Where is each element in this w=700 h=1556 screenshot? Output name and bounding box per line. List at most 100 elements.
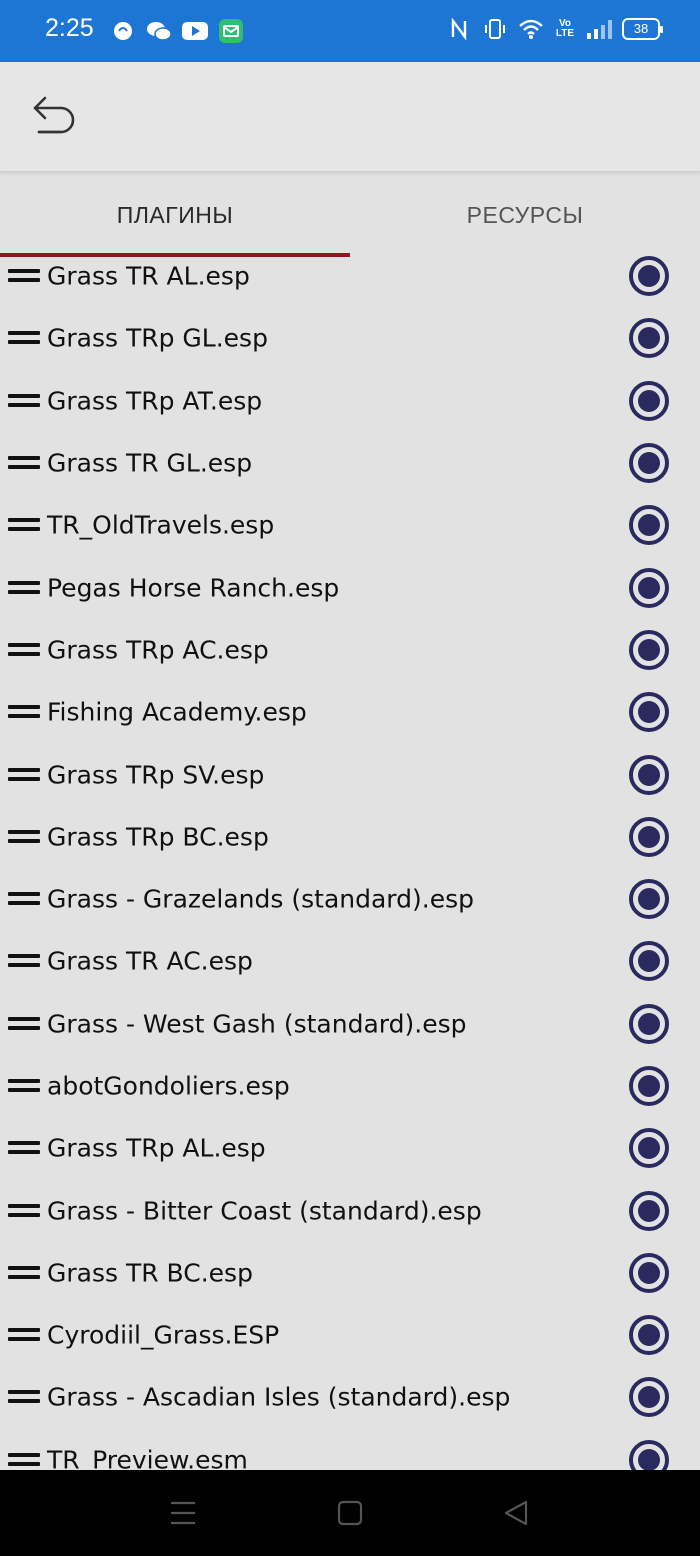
enabled-radio[interactable] (629, 692, 669, 733)
plugin-name: Grass TRp AT.esp (47, 386, 263, 416)
home-icon (337, 1500, 363, 1526)
list-item[interactable]: abotGondoliers.esp (0, 1055, 700, 1117)
status-time: 2:25 (45, 14, 94, 42)
menu-icon (171, 1501, 195, 1525)
plugin-name: Fishing Academy.esp (47, 697, 307, 727)
youtube-icon (182, 18, 208, 44)
enabled-radio[interactable] (629, 380, 669, 421)
plugin-name: Grass TR AC.esp (47, 946, 253, 976)
drag-handle-icon[interactable] (8, 393, 40, 408)
plugin-name: Pegas Horse Ranch.esp (47, 573, 340, 603)
drag-handle-icon[interactable] (8, 269, 40, 283)
enabled-radio[interactable] (629, 1190, 669, 1231)
volte-icon: Vo LTE (555, 18, 575, 39)
drag-handle-icon[interactable] (8, 1265, 40, 1280)
plugin-name: Grass - Ascadian Isles (standard).esp (47, 1382, 511, 1412)
drag-handle-icon[interactable] (8, 1141, 40, 1155)
battery-indicator: 38 (622, 18, 663, 40)
list-item[interactable]: TR_Preview.esm (0, 1429, 700, 1470)
tab-resources-label: РЕСУРСЫ (466, 201, 584, 228)
drag-handle-icon[interactable] (8, 954, 40, 968)
plugin-name: abotGondoliers.esp (47, 1071, 290, 1101)
enabled-radio[interactable] (629, 754, 669, 795)
menu-button[interactable] (165, 1495, 201, 1531)
mail-icon (218, 18, 244, 44)
list-item[interactable]: Grass TR BC.esp (0, 1242, 700, 1304)
drag-handle-icon[interactable] (8, 892, 40, 906)
enabled-radio[interactable] (629, 941, 669, 982)
enabled-radio[interactable] (629, 879, 669, 920)
plugin-name: Cyrodiil_Grass.ESP (47, 1320, 280, 1350)
plugin-name: TR_OldTravels.esp (47, 510, 275, 540)
enabled-radio[interactable] (629, 1066, 669, 1106)
enabled-radio[interactable] (629, 1128, 669, 1169)
drag-handle-icon[interactable] (8, 580, 40, 595)
back-arrow-icon (33, 96, 75, 134)
drag-handle-icon[interactable] (8, 1016, 40, 1031)
system-icons: Vo LTE 38 (446, 16, 663, 42)
list-item[interactable]: Grass - Grazelands (standard).esp (0, 868, 700, 930)
plugin-name: Grass TRp AL.esp (47, 1133, 266, 1163)
list-item[interactable]: Cyrodiil_Grass.ESP (0, 1304, 700, 1366)
enabled-radio[interactable] (629, 629, 669, 670)
enabled-radio[interactable] (629, 567, 669, 608)
list-item[interactable]: Grass TRp SV.esp (0, 743, 700, 805)
drag-handle-icon[interactable] (8, 1390, 40, 1404)
plugin-name: Grass TRp GL.esp (47, 323, 268, 353)
plugin-name: Grass - Grazelands (standard).esp (47, 884, 474, 914)
enabled-radio[interactable] (629, 318, 669, 359)
nav-back-button[interactable] (498, 1495, 534, 1531)
list-item[interactable]: Grass TRp BC.esp (0, 806, 700, 868)
plugin-name: Grass TR GL.esp (47, 448, 253, 478)
list-item[interactable]: Grass TRp AL.esp (0, 1117, 700, 1179)
enabled-radio[interactable] (629, 443, 669, 484)
plugin-name: Grass TRp BC.esp (47, 822, 269, 852)
drag-handle-icon[interactable] (8, 642, 40, 657)
list-item[interactable]: Grass TRp GL.esp (0, 307, 700, 369)
list-item[interactable]: TR_OldTravels.esp (0, 494, 700, 556)
drag-handle-icon[interactable] (8, 1079, 40, 1093)
wifi-icon (518, 16, 544, 42)
list-item[interactable]: Grass TR AC.esp (0, 930, 700, 992)
status-bar: 2:25 Vo LTE 38 (0, 0, 700, 62)
drag-handle-icon[interactable] (8, 1203, 40, 1218)
vibrate-icon (482, 16, 508, 42)
nfc-icon (446, 16, 472, 42)
enabled-radio[interactable] (629, 256, 669, 297)
toolbar (0, 62, 700, 172)
enabled-radio[interactable] (629, 505, 669, 546)
drag-handle-icon[interactable] (8, 1452, 40, 1467)
wechat-icon (146, 18, 172, 44)
list-item[interactable]: Fishing Academy.esp (0, 681, 700, 743)
drag-handle-icon[interactable] (8, 767, 40, 782)
list-item[interactable]: Grass - Bitter Coast (standard).esp (0, 1179, 700, 1241)
enabled-radio[interactable] (629, 1315, 669, 1356)
signal-icon (586, 16, 612, 42)
enabled-radio[interactable] (629, 1003, 669, 1044)
plugin-list[interactable]: Grass TR AL.esp Grass TRp GL.esp Grass T… (0, 245, 700, 1470)
plugin-name: Grass TRp AC.esp (47, 635, 269, 665)
list-item[interactable]: Grass - West Gash (standard).esp (0, 993, 700, 1055)
list-item[interactable]: Grass - Ascadian Isles (standard).esp (0, 1366, 700, 1428)
plugin-name: Grass - Bitter Coast (standard).esp (47, 1196, 482, 1226)
home-button[interactable] (332, 1495, 368, 1531)
drag-handle-icon[interactable] (8, 518, 40, 532)
drag-handle-icon[interactable] (8, 1328, 40, 1342)
enabled-radio[interactable] (629, 1439, 669, 1470)
list-item[interactable]: Pegas Horse Ranch.esp (0, 556, 700, 618)
drag-handle-icon[interactable] (8, 705, 40, 719)
list-item[interactable]: Grass TRp AC.esp (0, 619, 700, 681)
list-item[interactable]: Grass TR GL.esp (0, 432, 700, 494)
list-item[interactable]: Grass TRp AT.esp (0, 370, 700, 432)
drag-handle-icon[interactable] (8, 829, 40, 844)
tab-plugins-label: ПЛАГИНЫ (116, 201, 234, 228)
qq-icon (110, 18, 136, 44)
list-item[interactable]: Grass TR AL.esp (0, 245, 700, 307)
plugin-name: TR_Preview.esm (47, 1445, 248, 1470)
back-button[interactable] (26, 92, 82, 142)
drag-handle-icon[interactable] (8, 331, 40, 345)
drag-handle-icon[interactable] (8, 456, 40, 470)
enabled-radio[interactable] (629, 1252, 669, 1293)
enabled-radio[interactable] (629, 816, 669, 857)
enabled-radio[interactable] (629, 1377, 669, 1418)
